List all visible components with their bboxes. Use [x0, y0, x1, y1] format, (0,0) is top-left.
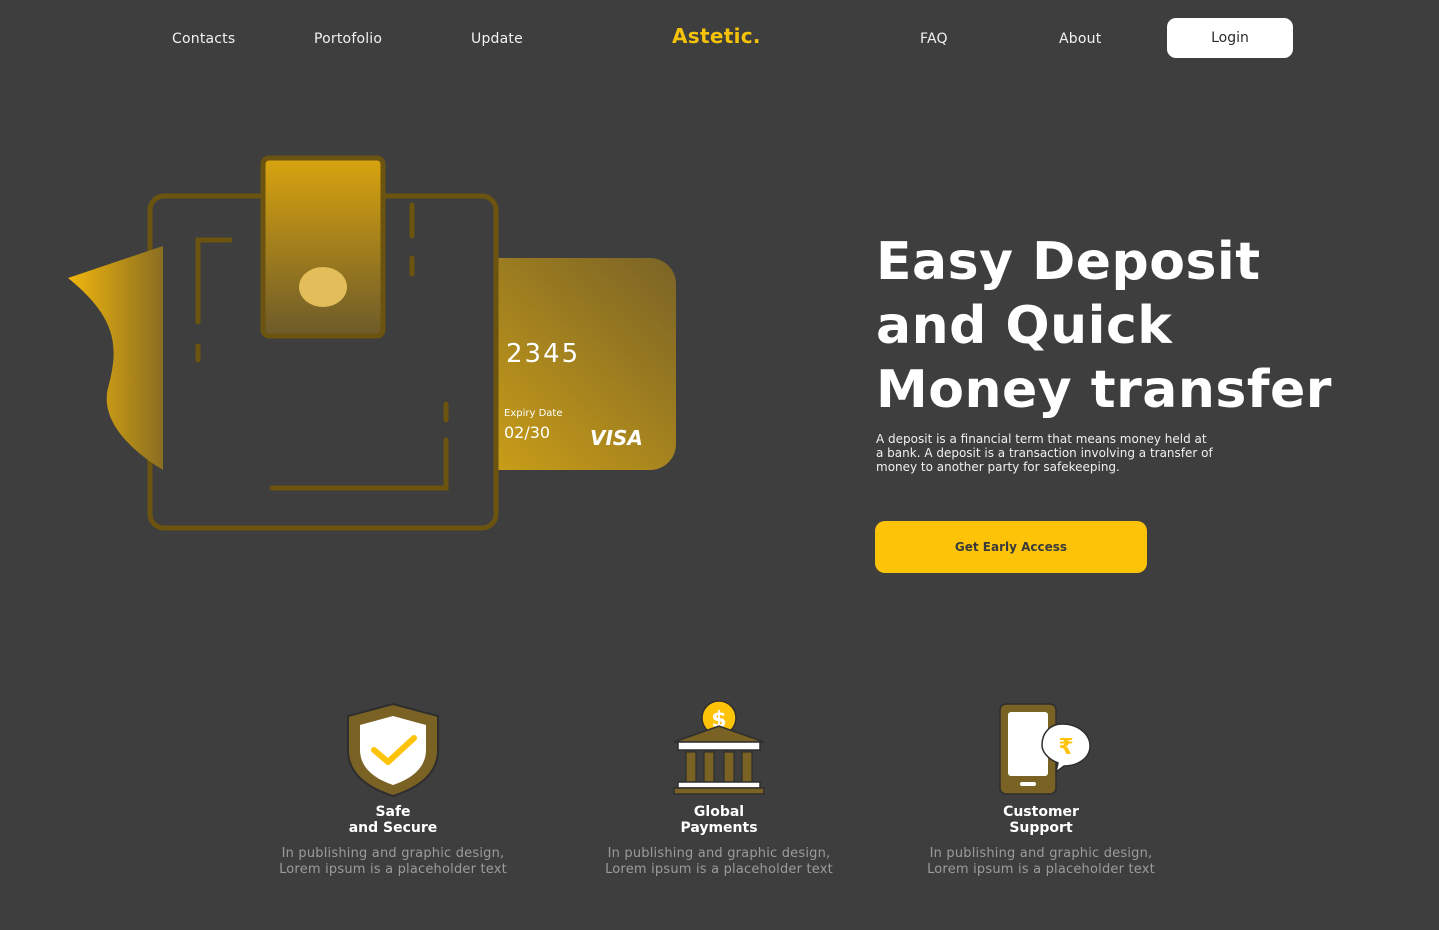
feature-safe-secure: Safe and Secure In publishing and graphi… — [248, 700, 538, 878]
feature-global-payments: $ Global Payments In publishing and grap… — [574, 700, 864, 878]
hero-description: A deposit is a financial term that means… — [876, 432, 1213, 474]
nav-link-contacts[interactable]: Contacts — [172, 31, 235, 47]
feature-title: Safe and Secure — [348, 804, 438, 836]
nav-link-portofolio[interactable]: Portofolio — [314, 31, 382, 47]
svg-text:₹: ₹ — [1058, 735, 1073, 760]
feature-description: In publishing and graphic design, Lorem … — [605, 846, 833, 877]
card-number: 2345 — [506, 339, 580, 369]
bank-dollar-icon: $ — [673, 700, 765, 795]
visa-logo: VISA — [590, 426, 643, 450]
wallet-leaf — [68, 246, 163, 470]
wallet-strap — [263, 158, 383, 336]
card-expiry-value: 02/30 — [504, 423, 550, 442]
strap-button — [299, 267, 347, 307]
feature-title: Customer Support — [1003, 804, 1079, 836]
phone-rupee-chat-icon: ₹ — [999, 703, 1091, 795]
feature-customer-support: ₹ Customer Support In publishing and gra… — [896, 700, 1186, 878]
feature-description: In publishing and graphic design, Lorem … — [279, 846, 507, 877]
hero-title: Easy Deposit and Quick Money transfer — [876, 232, 1332, 420]
login-button[interactable]: Login — [1167, 18, 1293, 58]
nav-link-about[interactable]: About — [1059, 31, 1101, 47]
brand-logo[interactable]: Astetic. — [672, 24, 761, 48]
wallet-card-illustration: 2345 Expiry Date 02/30 VISA — [68, 155, 676, 531]
feature-description: In publishing and graphic design, Lorem … — [927, 846, 1155, 877]
get-early-access-button[interactable]: Get Early Access — [875, 521, 1147, 573]
card-expiry-label: Expiry Date — [504, 408, 562, 419]
feature-title: Global Payments — [680, 804, 758, 836]
nav-link-update[interactable]: Update — [471, 31, 523, 47]
nav-link-faq[interactable]: FAQ — [920, 31, 948, 47]
shield-check-icon — [347, 702, 439, 798]
